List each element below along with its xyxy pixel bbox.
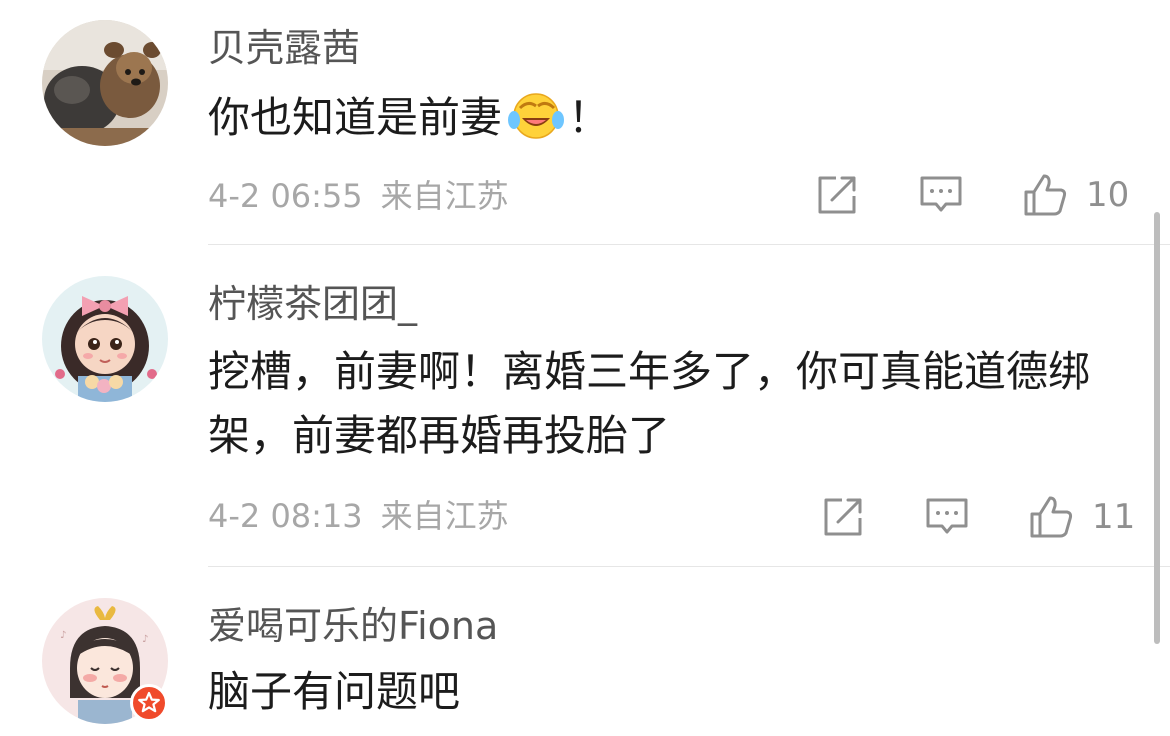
username[interactable]: 爱喝可乐的Fiona [208, 602, 498, 650]
reply-button[interactable] [924, 494, 970, 540]
share-button[interactable] [814, 172, 860, 218]
svg-text:♪: ♪ [142, 634, 148, 645]
comment-text-body: 你也知道是前妻 [208, 93, 503, 142]
scrollbar[interactable] [1154, 212, 1160, 644]
comment-meta: 4-2 08:13 来自江苏 [208, 496, 509, 536]
comment-feed: 贝壳露茜 你也知道是前妻 ！ 4-2 06:55 来自江苏 10 柠檬茶团团_ … [0, 0, 1170, 736]
like-button[interactable] [1022, 172, 1068, 218]
avatar[interactable] [42, 276, 168, 402]
laughing-crying-emoji-icon [508, 90, 565, 140]
timestamp: 4-2 06:55 [208, 177, 363, 215]
avatar[interactable] [42, 20, 168, 146]
reply-button[interactable] [918, 172, 964, 218]
star-badge-icon [138, 691, 160, 713]
comment-item: 柠檬茶团团_ 挖槽，前妻啊！离婚三年多了，你可真能道德绑架，前妻都再婚再投胎了 … [0, 246, 1170, 568]
comment-meta: 4-2 06:55 来自江苏 [208, 176, 509, 216]
like-count: 11 [1092, 497, 1136, 537]
username[interactable]: 贝壳露茜 [208, 24, 360, 72]
username[interactable]: 柠檬茶团团_ [208, 280, 417, 328]
share-button[interactable] [820, 494, 866, 540]
share-icon [818, 176, 856, 214]
dog-avatar-image [42, 20, 168, 146]
comment-divider [208, 244, 1170, 245]
share-icon [824, 498, 862, 536]
comment-item: ♪ ♪ 爱喝可乐的Fiona 脑子有问题吧 [0, 568, 1170, 736]
timestamp: 4-2 08:13 [208, 497, 363, 535]
comment-text: 你也知道是前妻 ！ [208, 86, 1138, 150]
comment-text: 脑子有问题吧 [208, 667, 461, 716]
comment-item: 贝壳露茜 你也知道是前妻 ！ 4-2 06:55 来自江苏 10 [0, 0, 1170, 246]
girl-avatar-image [42, 276, 168, 402]
comment-icon [920, 176, 962, 212]
thumbs-up-icon [1030, 496, 1073, 538]
like-button[interactable] [1028, 494, 1074, 540]
verified-badge [130, 684, 168, 722]
comment-divider [208, 566, 1170, 567]
svg-text:♪: ♪ [60, 630, 66, 641]
comment-text-suffix: ！ [568, 93, 611, 142]
like-count: 10 [1086, 175, 1130, 215]
comment-text: 挖槽，前妻啊！离婚三年多了，你可真能道德绑架，前妻都再婚再投胎了 [208, 347, 1091, 460]
thumbs-up-icon [1024, 174, 1067, 216]
location: 来自江苏 [380, 177, 509, 215]
comment-icon [926, 498, 968, 534]
location: 来自江苏 [380, 497, 509, 535]
